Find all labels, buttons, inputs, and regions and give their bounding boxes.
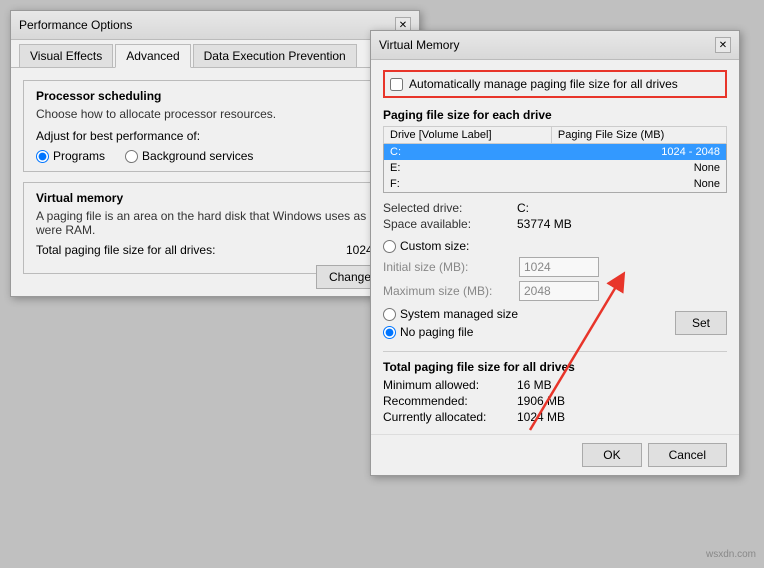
total-grid: Minimum allowed: 16 MB Recommended: 1906… <box>383 378 727 424</box>
custom-size-option[interactable]: Custom size: <box>383 239 727 253</box>
cancel-button[interactable]: Cancel <box>648 443 727 467</box>
radio-background-input[interactable] <box>125 150 138 163</box>
table-row[interactable]: C: 1024 - 2048 <box>384 144 727 161</box>
drive-cell: E: <box>384 160 552 176</box>
ok-button[interactable]: OK <box>582 443 641 467</box>
tab-advanced[interactable]: Advanced <box>115 44 190 68</box>
size-col-header: Paging File Size (MB) <box>551 127 726 144</box>
vm-body: Automatically manage paging file size fo… <box>371 60 739 434</box>
processor-radio-group: Programs Background services <box>36 149 394 163</box>
tab-dep[interactable]: Data Execution Prevention <box>193 44 357 67</box>
min-allowed-label: Minimum allowed: <box>383 378 513 392</box>
radio-programs-label: Programs <box>53 149 105 163</box>
perf-title: Performance Options <box>19 18 132 32</box>
radio-programs[interactable]: Programs <box>36 149 105 163</box>
max-size-input[interactable] <box>519 281 599 301</box>
vm-close-button[interactable]: ✕ <box>715 37 731 53</box>
vm-section: Virtual memory A paging file is an area … <box>23 182 407 274</box>
custom-size-label: Custom size: <box>400 239 469 253</box>
no-paging-radio[interactable] <box>383 326 396 339</box>
initial-size-row: Initial size (MB): <box>383 257 727 277</box>
system-managed-option[interactable]: System managed size <box>383 307 518 321</box>
space-available-value: 53774 MB <box>517 217 727 231</box>
processor-section-label: Processor scheduling <box>36 89 394 103</box>
initial-size-input[interactable] <box>519 257 599 277</box>
min-allowed-value: 16 MB <box>517 378 727 392</box>
no-paging-label: No paging file <box>400 325 473 339</box>
total-section: Total paging file size for all drives Mi… <box>383 351 727 424</box>
vm-titlebar: Virtual Memory ✕ <box>371 31 739 60</box>
vm-total-label: Total paging file size for all drives: <box>36 243 215 257</box>
currently-allocated-label: Currently allocated: <box>383 410 513 424</box>
size-cell: 1024 - 2048 <box>551 144 726 161</box>
drive-table: Drive [Volume Label] Paging File Size (M… <box>383 126 727 193</box>
tab-visual-effects[interactable]: Visual Effects <box>19 44 113 67</box>
custom-size-radio[interactable] <box>383 240 396 253</box>
size-type-options: System managed size No paging file <box>383 307 518 343</box>
total-section-title: Total paging file size for all drives <box>383 360 727 374</box>
performance-options-window: Performance Options ✕ Visual Effects Adv… <box>10 10 420 297</box>
perf-titlebar: Performance Options ✕ <box>11 11 419 40</box>
adjust-label: Adjust for best performance of: <box>36 129 394 143</box>
currently-allocated-value: 1024 MB <box>517 410 727 424</box>
perf-tab-bar: Visual Effects Advanced Data Execution P… <box>11 40 419 68</box>
size-section: Custom size: Initial size (MB): Maximum … <box>383 239 727 343</box>
virtual-memory-window: Virtual Memory ✕ Automatically manage pa… <box>370 30 740 476</box>
selected-drive-value: C: <box>517 201 727 215</box>
processor-desc: Choose how to allocate processor resourc… <box>36 107 394 121</box>
perf-body: Processor scheduling Choose how to alloc… <box>11 68 419 296</box>
paging-section-label: Paging file size for each drive <box>383 108 727 122</box>
vm-button-row: OK Cancel <box>371 434 739 475</box>
auto-manage-checkbox[interactable] <box>390 78 403 91</box>
auto-manage-label: Automatically manage paging file size fo… <box>409 77 678 91</box>
selected-drive-label: Selected drive: <box>383 201 513 215</box>
initial-size-label: Initial size (MB): <box>383 260 513 274</box>
vm-title: Virtual Memory <box>379 38 459 52</box>
radio-background-label: Background services <box>142 149 253 163</box>
no-paging-option[interactable]: No paging file <box>383 325 518 339</box>
radio-programs-input[interactable] <box>36 150 49 163</box>
max-size-label: Maximum size (MB): <box>383 284 513 298</box>
set-button[interactable]: Set <box>675 311 727 335</box>
vm-section-label: Virtual memory <box>36 191 394 205</box>
watermark: wsxdn.com <box>706 549 756 560</box>
vm-desc: A paging file is an area on the hard dis… <box>36 209 394 237</box>
system-managed-radio[interactable] <box>383 308 396 321</box>
selected-drive-info: Selected drive: C: Space available: 5377… <box>383 201 727 231</box>
recommended-label: Recommended: <box>383 394 513 408</box>
max-size-row: Maximum size (MB): <box>383 281 727 301</box>
table-row[interactable]: E: None <box>384 160 727 176</box>
recommended-value: 1906 MB <box>517 394 727 408</box>
drive-cell: C: <box>384 144 552 161</box>
radio-background[interactable]: Background services <box>125 149 253 163</box>
table-row[interactable]: F: None <box>384 176 727 193</box>
processor-section: Processor scheduling Choose how to alloc… <box>23 80 407 172</box>
vm-total-row: Total paging file size for all drives: 1… <box>36 243 394 257</box>
auto-manage-row: Automatically manage paging file size fo… <box>383 70 727 98</box>
drive-cell: F: <box>384 176 552 193</box>
space-available-label: Space available: <box>383 217 513 231</box>
system-managed-label: System managed size <box>400 307 518 321</box>
drive-col-header: Drive [Volume Label] <box>384 127 552 144</box>
size-cell: None <box>551 160 726 176</box>
size-cell: None <box>551 176 726 193</box>
